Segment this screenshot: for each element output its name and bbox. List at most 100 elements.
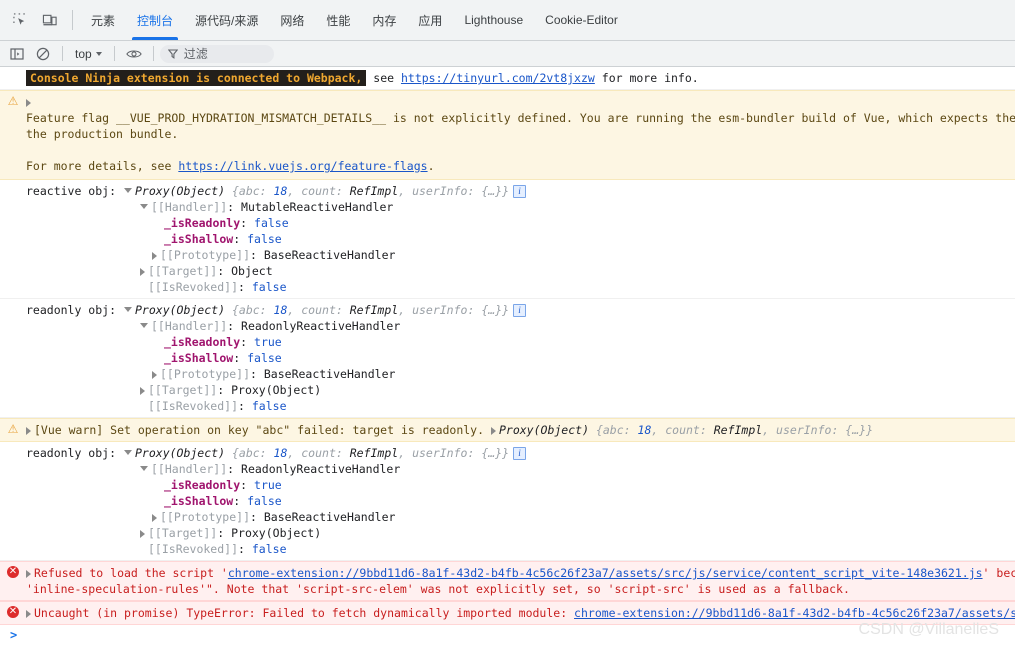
collapse-arrow-icon[interactable] (124, 307, 132, 312)
object-label: readonly obj: (26, 446, 117, 460)
tab-label: 内存 (372, 13, 397, 28)
handler-value: ReadonlyReactiveHandler (241, 319, 401, 333)
prototype-key: [[Prototype]] (160, 367, 251, 381)
expand-arrow-icon[interactable] (26, 426, 31, 435)
tab-network[interactable]: 网络 (269, 0, 315, 40)
preview-value-1: 18 (637, 423, 652, 437)
tab-memory[interactable]: 内存 (361, 0, 407, 40)
console-sidebar-icon[interactable] (4, 43, 30, 65)
prototype-row: [[Prototype]]: BaseReactiveHandler (0, 366, 1015, 382)
preview-key-2: count (301, 303, 336, 317)
device-toolbar-icon[interactable] (35, 0, 65, 40)
expand-arrow-icon[interactable] (152, 251, 157, 260)
property-row: _isShallow: false (164, 494, 282, 508)
content-script-url-link[interactable]: chrome-extension://9bbd11d6-8a1f-43d2-b4… (228, 566, 983, 580)
revoked-value: false (251, 542, 287, 556)
toolbar-divider-1 (62, 46, 63, 61)
typeerror-text: Uncaught (in promise) TypeError: Failed … (34, 606, 575, 620)
expand-arrow-icon[interactable] (140, 267, 145, 276)
vuejs-feature-flags-link[interactable]: https://link.vuejs.org/feature-flags (178, 159, 427, 173)
preview-close-brace: } (502, 446, 510, 460)
collapse-arrow-icon[interactable] (124, 450, 132, 455)
preview-value-3: {…} (845, 423, 867, 437)
handler-value: MutableReactiveHandler (241, 200, 394, 214)
console-message-readonly-obj-1[interactable]: readonly obj: Proxy(Object) {abc: 18, cou… (0, 299, 1015, 418)
info-badge-icon[interactable]: i (513, 185, 527, 198)
console-message-readonly-obj-2[interactable]: readonly obj: Proxy(Object) {abc: 18, cou… (0, 442, 1015, 561)
feature-flag-line-2: the production bundle. (26, 127, 179, 141)
execution-context-selector[interactable]: top (69, 45, 108, 63)
expand-arrow-icon[interactable] (490, 426, 496, 435)
inspect-element-icon[interactable] (5, 0, 35, 40)
toolbar-divider-2 (113, 46, 115, 61)
revoked-value: false (251, 280, 287, 294)
property-key: _isReadonly (164, 478, 241, 492)
property-row: _isShallow: false (164, 232, 282, 246)
tab-elements[interactable]: 元素 (80, 0, 126, 40)
expand-arrow-icon[interactable] (26, 609, 31, 618)
object-label: reactive obj: (26, 184, 117, 198)
expand-arrow-icon[interactable] (140, 386, 145, 395)
sidebar-glyph (10, 47, 24, 60)
preview-value-2: RefImpl (349, 303, 399, 317)
message-gutter (0, 70, 26, 71)
property-value: true (254, 478, 282, 492)
tab-performance[interactable]: 性能 (315, 0, 361, 40)
live-expression-eye-icon[interactable] (121, 43, 147, 65)
property-row: _isReadonly: false (164, 216, 289, 230)
expand-arrow-icon[interactable] (152, 370, 157, 379)
revoked-row: [[IsRevoked]]: false (148, 280, 287, 294)
console-message-csp-refused[interactable]: ✕ Refused to load the script 'chrome-ext… (0, 561, 1015, 601)
target-value: Proxy(Object) (231, 526, 322, 540)
tab-label: 性能 (326, 13, 351, 28)
tab-sources[interactable]: 源代码/来源 (184, 0, 269, 40)
info-badge-icon[interactable]: i (513, 304, 527, 317)
tab-application[interactable]: 应用 (407, 0, 453, 40)
expand-arrow-icon[interactable] (152, 513, 157, 522)
tab-console[interactable]: 控制台 (126, 0, 184, 40)
console-message-console-ninja[interactable]: Console Ninja extension is connected to … (0, 67, 1015, 90)
chevron-down-icon (95, 51, 102, 56)
console-message-vue-warn-readonly[interactable]: ⚠ [Vue warn] Set operation on key "abc" … (0, 418, 1015, 442)
console-message-reactive-obj[interactable]: reactive obj: Proxy(Object) {abc: 18, cou… (0, 180, 1015, 299)
collapse-arrow-icon[interactable] (140, 466, 148, 471)
filter-input[interactable]: 过滤 (159, 44, 274, 63)
clear-console-icon[interactable] (30, 43, 56, 65)
eye-glyph (125, 49, 142, 58)
preview-key-1: abc (238, 303, 260, 317)
preview-key-2: count (301, 184, 336, 198)
console-message-vue-feature-flag[interactable]: ⚠ Feature flag __VUE_PROD_HYDRATION_MISM… (0, 90, 1015, 180)
warning-triangle-icon: ⚠ (7, 94, 19, 108)
module-url-link[interactable]: chrome-extension://9bbd11d6-8a1f-43d2-b4… (574, 606, 1015, 620)
console-message-list[interactable]: Console Ninja extension is connected to … (0, 67, 1015, 653)
collapse-arrow-icon[interactable] (124, 188, 132, 193)
tab-lighthouse[interactable]: Lighthouse (453, 0, 534, 40)
tinyurl-link[interactable]: https://tinyurl.com/2vt8jxzw (401, 71, 595, 85)
object-label: readonly obj: (26, 303, 117, 317)
property-key: _isShallow (164, 232, 234, 246)
preview-key-1: abc (238, 446, 260, 460)
preview-value-2: RefImpl (713, 423, 763, 437)
tab-label: 源代码/来源 (195, 13, 259, 28)
handler-row: [[Handler]]: ReadonlyReactiveHandler (0, 461, 1015, 477)
prototype-value: BaseReactiveHandler (263, 367, 396, 381)
tab-cookie-editor[interactable]: Cookie-Editor (534, 0, 629, 40)
info-badge-icon[interactable]: i (513, 447, 527, 460)
expand-arrow-icon[interactable] (26, 569, 31, 578)
preview-value-2: RefImpl (349, 446, 399, 460)
preview-open-brace: { (595, 423, 603, 437)
preview-open-brace: { (231, 303, 239, 317)
message-gutter-spacer (0, 581, 26, 582)
expand-arrow-icon[interactable] (26, 98, 31, 107)
preview-close-brace: } (502, 303, 510, 317)
message-body: Feature flag __VUE_PROD_HYDRATION_MISMAT… (26, 94, 1015, 126)
message-gutter-spacer (0, 158, 26, 159)
expand-arrow-icon[interactable] (140, 529, 145, 538)
collapse-arrow-icon[interactable] (140, 323, 148, 328)
target-key: [[Target]] (148, 264, 218, 278)
prototype-row: [[Prototype]]: BaseReactiveHandler (0, 509, 1015, 525)
collapse-arrow-icon[interactable] (140, 204, 148, 209)
message-gutter: ✕ (0, 605, 26, 618)
console-toolbar: top 过滤 (0, 41, 1015, 67)
